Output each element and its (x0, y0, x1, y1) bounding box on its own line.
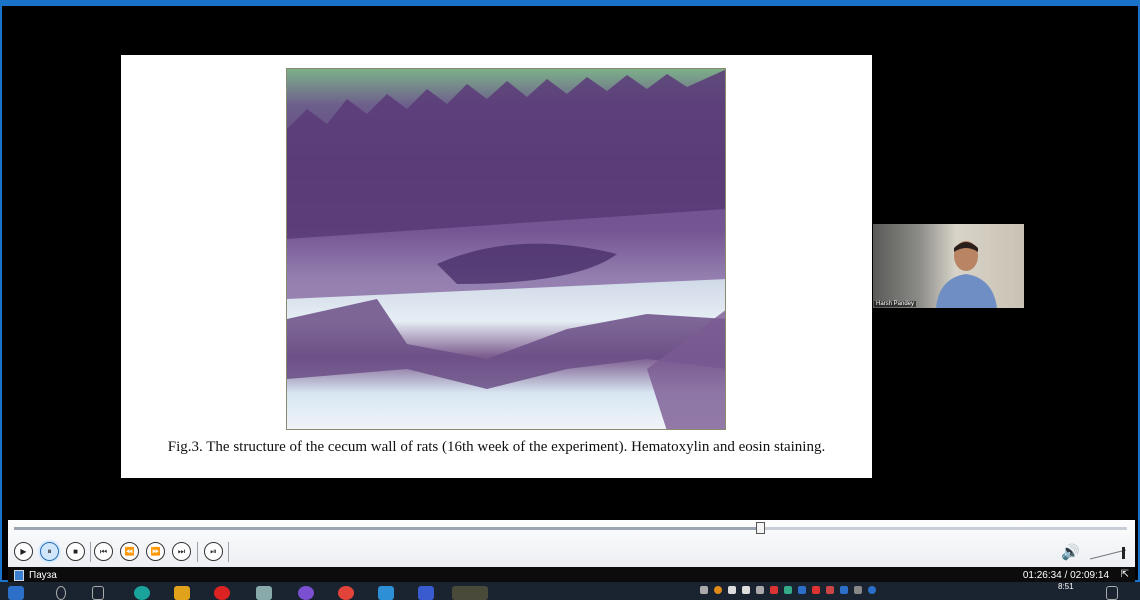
separator (228, 542, 229, 562)
stop-icon: ■ (73, 547, 78, 556)
fullscreen-icon[interactable]: ⇱ (1121, 569, 1129, 580)
tray-icon[interactable] (812, 586, 820, 594)
app-icon-1[interactable] (134, 586, 150, 600)
clock[interactable]: 8:51 (1058, 582, 1074, 591)
task-view-icon[interactable] (92, 586, 104, 600)
separator (90, 542, 91, 562)
video-area[interactable]: Fig.3. The structure of the cecum wall o… (8, 12, 1135, 520)
seek-bar[interactable] (14, 522, 1127, 534)
search-icon[interactable] (56, 586, 66, 600)
start-icon[interactable] (8, 586, 24, 600)
tray-icon[interactable] (756, 586, 764, 594)
presentation-slide: Fig.3. The structure of the cecum wall o… (121, 55, 872, 478)
notifications-icon[interactable] (1106, 586, 1118, 600)
pause-button[interactable]: ⏸ (40, 542, 59, 561)
tray-icon[interactable] (700, 586, 708, 594)
calendar-icon[interactable] (418, 586, 434, 600)
rewind-button[interactable]: ⏪ (120, 542, 139, 561)
micrograph-image (286, 68, 726, 430)
tray-icon[interactable] (784, 586, 792, 594)
play-button[interactable]: ▶ (14, 542, 33, 561)
tray-icon[interactable] (868, 586, 876, 594)
opera-icon[interactable] (214, 586, 230, 600)
tray-icon[interactable] (840, 586, 848, 594)
playback-status: Пауза (29, 570, 57, 581)
play-icon: ▶ (20, 547, 27, 556)
fast-forward-button[interactable]: ⏩ (146, 542, 165, 561)
frame-step-button[interactable]: ⏯ (204, 542, 223, 561)
volume-slider[interactable] (1088, 546, 1128, 560)
slide-caption: Fig.3. The structure of the cecum wall o… (167, 439, 826, 455)
time-display: 01:26:34 / 02:09:14 (1022, 570, 1109, 581)
chrome-icon[interactable] (338, 586, 354, 600)
taskbar: 8:51 (0, 582, 1140, 600)
participant-name: Harsh Pandey (874, 301, 917, 307)
app-icon-2[interactable] (256, 586, 272, 600)
volume-thumb (1122, 547, 1125, 559)
frame-step-icon: ⏯ (210, 546, 217, 556)
next-icon: ⏭ (177, 546, 186, 556)
previous-button[interactable]: ⏮ (94, 542, 113, 561)
tray-icon[interactable] (854, 586, 862, 594)
tray-icon[interactable] (798, 586, 806, 594)
folder-icon[interactable] (174, 586, 190, 600)
previous-icon: ⏮ (99, 546, 108, 556)
seek-progress (14, 527, 760, 530)
media-player-window: Fig.3. The structure of the cecum wall o… (0, 0, 1140, 586)
webcam-thumbnail[interactable]: Harsh Pandey (873, 224, 1024, 308)
separator (197, 542, 198, 562)
stop-button[interactable]: ■ (66, 542, 85, 561)
tray-icon[interactable] (826, 586, 834, 594)
tray-icon[interactable] (728, 586, 736, 594)
app-icon-3[interactable] (378, 586, 394, 600)
speaker-icon[interactable]: 🔊 (1061, 543, 1080, 561)
tray-icon[interactable] (714, 586, 722, 594)
fast-forward-icon: ⏩ (150, 547, 161, 556)
tray-icon[interactable] (742, 586, 750, 594)
playback-controls: ▶ ⏸ ■ ⏮ ⏪ ⏩ ⏭ ⏯ 🔊 (8, 520, 1135, 567)
tray-icon[interactable] (770, 586, 778, 594)
document-icon (14, 570, 24, 581)
viber-icon[interactable] (298, 586, 314, 600)
next-button[interactable]: ⏭ (172, 542, 191, 561)
participant-video (936, 241, 997, 308)
micrograph-texture (287, 69, 725, 429)
media-player-taskbar-icon[interactable] (452, 586, 488, 600)
rewind-icon: ⏪ (124, 547, 135, 556)
seek-thumb[interactable] (755, 522, 765, 534)
pause-icon: ⏸ (47, 546, 52, 556)
